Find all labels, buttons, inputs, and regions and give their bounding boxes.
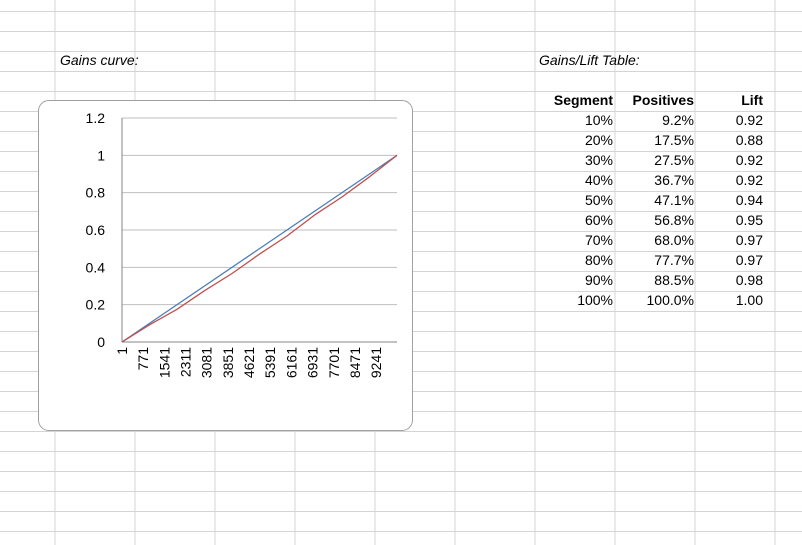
header-segment: Segment [553,92,613,108]
x-tick-label: 9241 [368,347,384,378]
table-row: 40% 36.7% 0.92 [537,170,765,190]
cell-segment[interactable]: 60% [537,210,616,230]
header-lift: Lift [741,92,763,108]
cell-positives[interactable]: 56.8% [616,210,697,230]
cell-segment[interactable]: 30% [537,150,616,170]
x-tick-label: 4621 [241,347,257,378]
cell-lift[interactable]: 1.00 [697,290,765,310]
cell-positives[interactable]: 68.0% [616,230,697,250]
y-tick-label: 1.2 [86,110,106,126]
cell-segment[interactable]: 50% [537,190,616,210]
x-tick-label: 2311 [178,347,194,377]
gains-chart-plot: 0 0.2 0.4 0.6 0.8 1 1.2 1 771 1541 2311 3081 3851 462… [86,110,398,378]
table-row: 100% 100.0% 1.00 [537,290,765,310]
table-row: 50% 47.1% 0.94 [537,190,765,210]
cell-segment[interactable]: 10% [537,110,616,130]
table-row: 20% 17.5% 0.88 [537,130,765,150]
gains-curve-label: Gains curve: [60,52,139,68]
table-header-row: Segment Positives Lift [537,90,765,110]
x-tick-label: 6161 [283,347,299,378]
cell-segment[interactable]: 70% [537,230,616,250]
y-tick-label: 0.4 [86,259,106,275]
cell-lift[interactable]: 0.94 [697,190,765,210]
table-row: 70% 68.0% 0.97 [537,230,765,250]
cell-lift[interactable]: 0.95 [697,210,765,230]
cell-segment[interactable]: 80% [537,250,616,270]
cell-positives[interactable]: 47.1% [616,190,697,210]
x-tick-label: 7701 [326,347,342,378]
cell-segment[interactable]: 90% [537,270,616,290]
table-row: 10% 9.2% 0.92 [537,110,765,130]
cell-lift[interactable]: 0.92 [697,170,765,190]
table-row: 30% 27.5% 0.92 [537,150,765,170]
table-row: 60% 56.8% 0.95 [537,210,765,230]
x-tick-label: 5391 [262,347,278,378]
cell-lift[interactable]: 0.92 [697,110,765,130]
gains-chart[interactable]: 0 0.2 0.4 0.6 0.8 1 1.2 1 771 1541 2311 3081 3851 462… [38,100,413,431]
cell-positives[interactable]: 27.5% [616,150,697,170]
cell-positives[interactable]: 77.7% [616,250,697,270]
y-tick-label: 0.8 [86,185,106,201]
cell-positives[interactable]: 17.5% [616,130,697,150]
cell-lift[interactable]: 0.97 [697,250,765,270]
gains-lift-table: Segment Positives Lift 10% 9.2% 0.92 20% 17.… [537,90,765,310]
x-tick-label: 3851 [220,347,236,378]
cell-positives[interactable]: 36.7% [616,170,697,190]
x-tick-label: 8471 [347,347,363,378]
cell-positives[interactable]: 9.2% [616,110,697,130]
cell-lift[interactable]: 0.97 [697,230,765,250]
cell-lift[interactable]: 0.88 [697,130,765,150]
cell-lift[interactable]: 0.92 [697,150,765,170]
x-tick-label: 3081 [199,347,215,378]
cell-positives[interactable]: 88.5% [616,270,697,290]
cell-lift[interactable]: 0.98 [697,270,765,290]
cell-segment[interactable]: 20% [537,130,616,150]
cell-segment[interactable]: 40% [537,170,616,190]
table-row: 80% 77.7% 0.97 [537,250,765,270]
y-tick-label: 0 [97,334,105,350]
cell-positives[interactable]: 100.0% [616,290,697,310]
series-line-1 [121,154,398,343]
table-row: 90% 88.5% 0.98 [537,270,765,290]
x-tick-label: 6931 [305,347,321,378]
y-tick-label: 1 [97,147,105,163]
cell-segment[interactable]: 100% [537,290,616,310]
x-tick-label: 1541 [156,347,172,378]
x-tick-label: 1 [114,347,130,355]
gains-table-label: Gains/Lift Table: [539,52,640,68]
y-tick-label: 0.6 [86,222,106,238]
x-tick-label: 771 [135,347,151,371]
header-positives: Positives [632,92,694,108]
y-tick-label: 0.2 [86,297,106,313]
